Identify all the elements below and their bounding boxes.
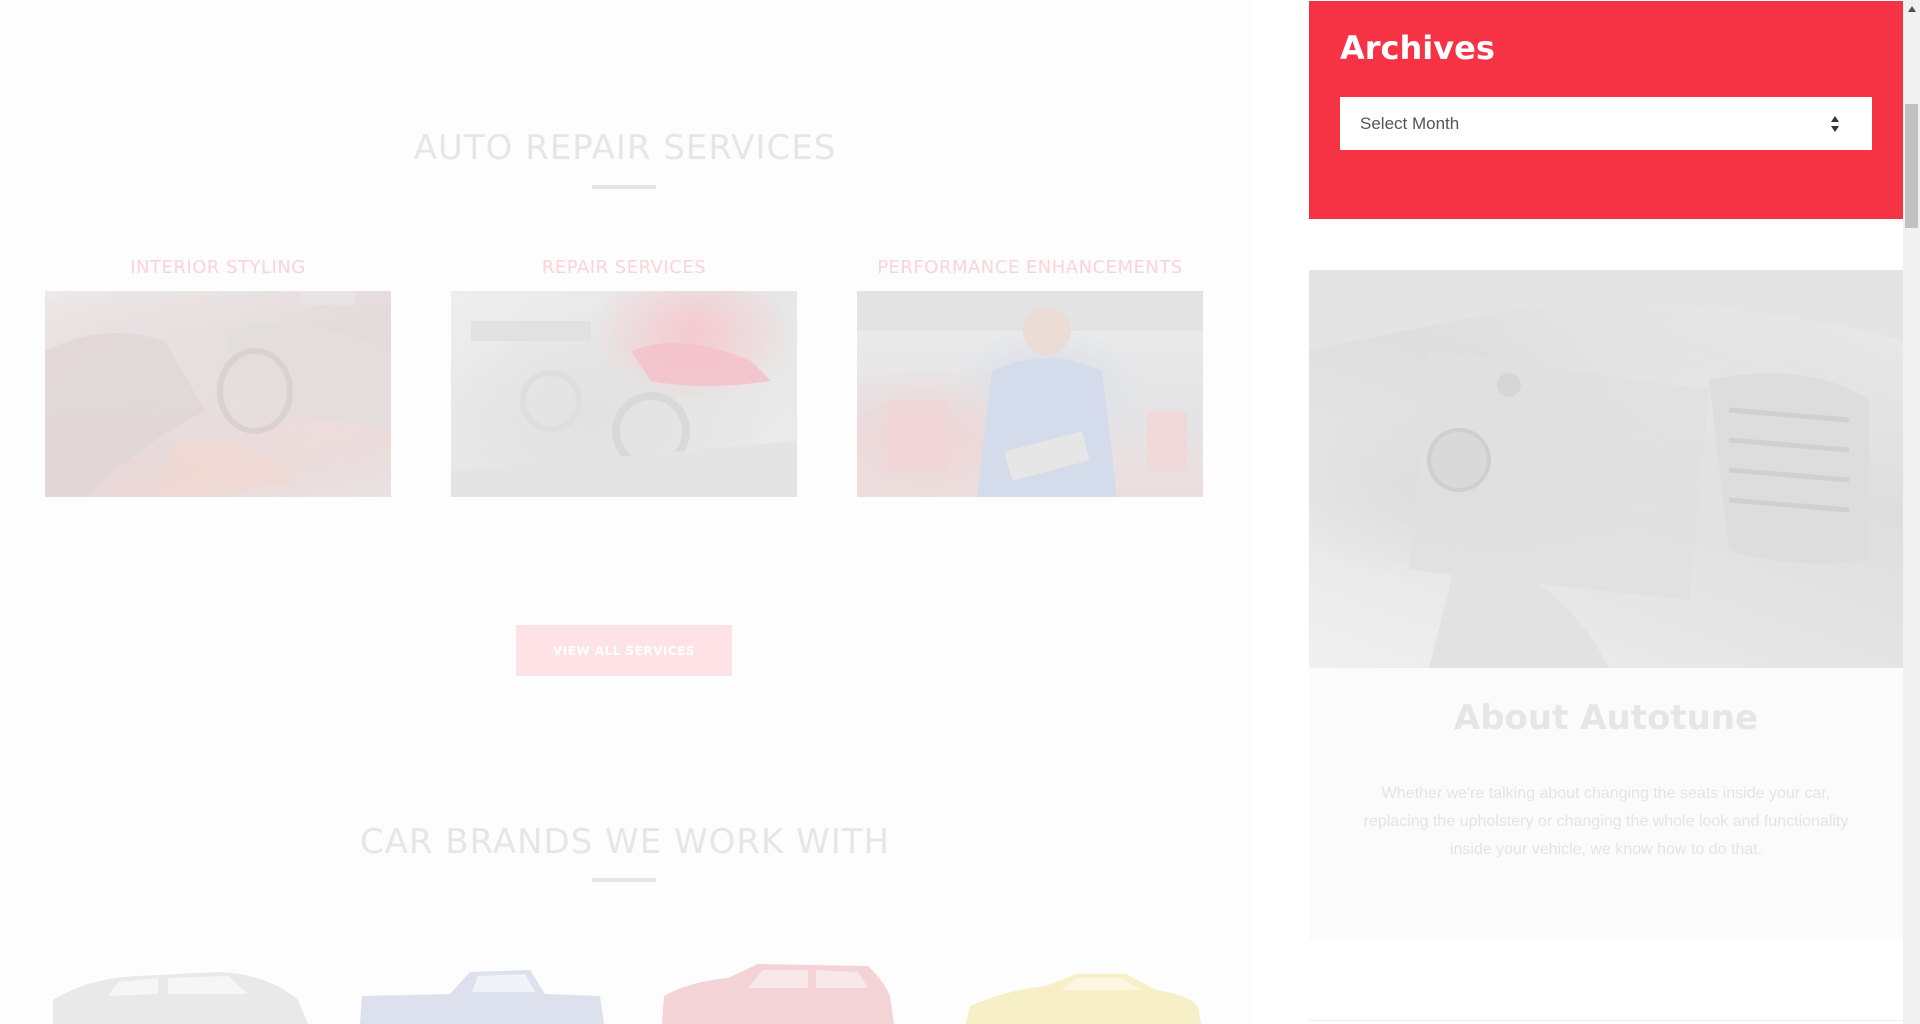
about-text: Whether we're talking about changing the… — [1363, 785, 1849, 858]
car-interior-image — [45, 291, 391, 497]
scrollbar-thumb[interactable] — [1905, 104, 1918, 228]
archives-month-select[interactable]: Select Month — [1340, 97, 1872, 150]
car-dashboard-image — [1309, 270, 1903, 668]
engine-image — [451, 321, 797, 497]
about-title: About Autotune — [1453, 698, 1759, 738]
performance-enhancements-image[interactable] — [857, 291, 1203, 497]
select-arrows-icon — [1831, 116, 1839, 132]
interior-styling-image[interactable] — [45, 291, 391, 497]
brands-title-underline — [592, 878, 656, 882]
blue-pickup-image[interactable] — [360, 960, 605, 1024]
sidebar: Archives Select Month About Autotune Whe… — [1309, 0, 1903, 1024]
sidebar-divider — [1309, 1020, 1903, 1021]
main-content: AUTO REPAIR SERVICES INTERIOR STYLING RE… — [0, 0, 1250, 1024]
about-dashboard-image — [1309, 270, 1903, 668]
page-scrollbar[interactable] — [1903, 0, 1920, 1024]
silver-suv-image[interactable] — [48, 960, 313, 1024]
about-widget: About Autotune Whether we're talking abo… — [1309, 668, 1903, 940]
yellow-sports-car-image[interactable] — [966, 960, 1201, 1024]
service-card-performance[interactable]: PERFORMANCE ENHANCEMENTS — [857, 252, 1203, 497]
service-card-interior[interactable]: INTERIOR STYLING — [45, 252, 391, 497]
repair-services-image[interactable] — [451, 291, 797, 497]
service-title-performance[interactable]: PERFORMANCE ENHANCEMENTS — [857, 252, 1203, 283]
service-title-interior[interactable]: INTERIOR STYLING — [45, 252, 391, 283]
services-title-underline — [592, 185, 656, 189]
archives-widget: Archives Select Month — [1309, 1, 1903, 219]
archives-select-value: Select Month — [1360, 113, 1460, 133]
service-title-repair[interactable]: REPAIR SERVICES — [451, 252, 797, 283]
red-suv-image[interactable] — [658, 960, 898, 1024]
scroll-up-arrow-icon[interactable] — [1903, 0, 1920, 17]
services-section-title: AUTO REPAIR SERVICES — [413, 128, 837, 168]
archives-title: Archives — [1340, 29, 1495, 67]
mechanic-image — [857, 291, 1203, 497]
view-all-services-button[interactable]: VIEW ALL SERVICES — [516, 625, 732, 676]
service-card-repair[interactable]: REPAIR SERVICES — [451, 252, 797, 497]
brands-section-title: CAR BRANDS WE WORK WITH — [359, 822, 891, 862]
